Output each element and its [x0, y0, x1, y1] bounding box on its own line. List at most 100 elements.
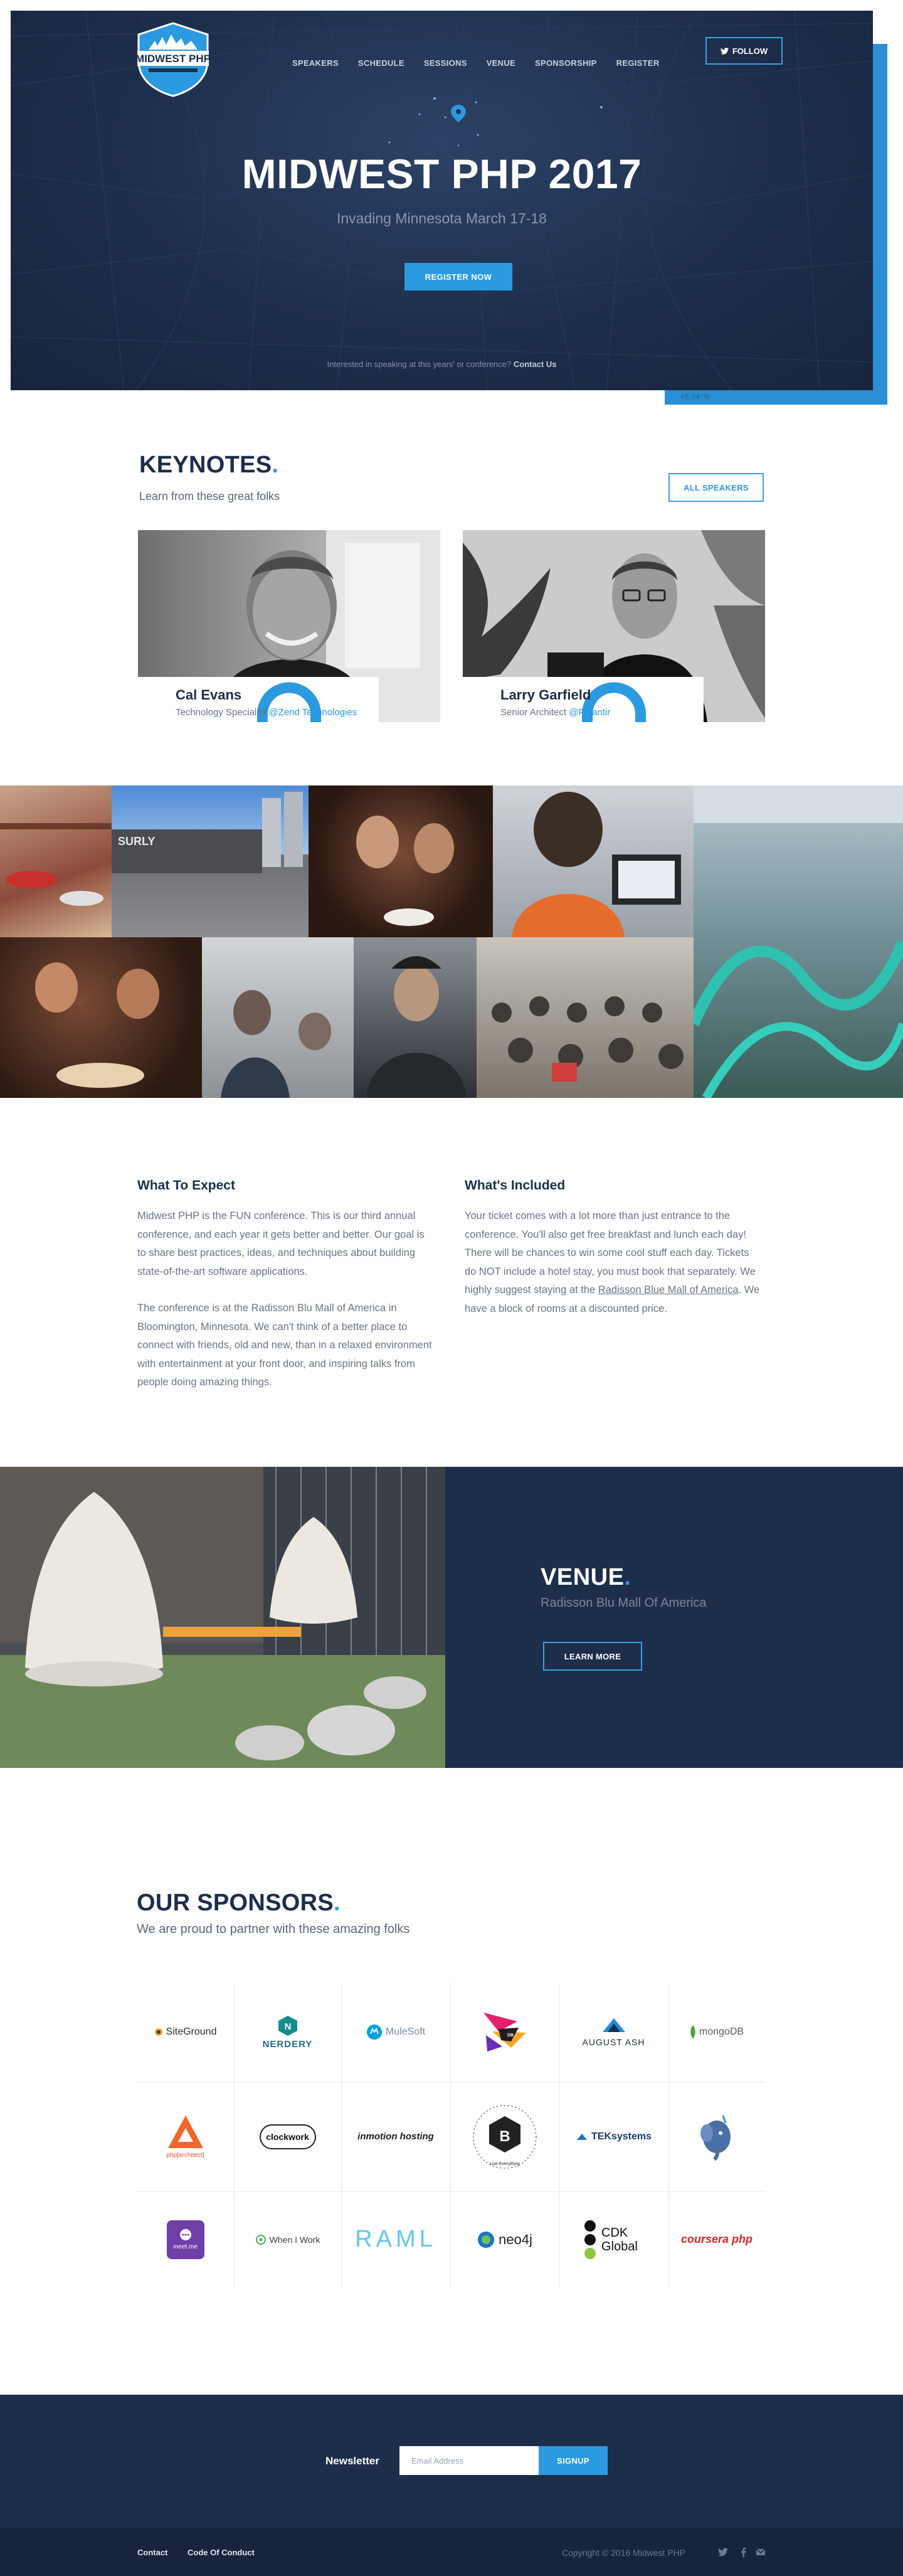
- twitter-icon: [720, 47, 729, 55]
- venue-lounge-shapes: [0, 1467, 445, 1768]
- email-icon[interactable]: [756, 2547, 766, 2557]
- svg-text:N: N: [284, 2021, 291, 2032]
- siteground-icon: [154, 2028, 162, 2036]
- included-text: Your ticket comes with a lot more than j…: [465, 1210, 756, 1296]
- sponsor-mongodb[interactable]: mongoDB: [668, 1983, 765, 2082]
- included-heading: What's Included: [465, 1178, 566, 1193]
- sponsor-db-logo[interactable]: DB: [450, 1983, 559, 2082]
- venue-section: VENUE. Radisson Blu Mall Of America LEAR…: [0, 1467, 903, 1768]
- sponsor-elephpant[interactable]: [668, 2082, 765, 2191]
- nav-register[interactable]: REGISTER: [616, 58, 660, 68]
- sponsor-cdk-global[interactable]: CDK Global: [559, 2191, 668, 2287]
- sponsors-title-text: OUR SPONSORS: [137, 1890, 334, 1916]
- sponsor-php-architect[interactable]: php[architect]: [137, 2082, 234, 2191]
- follow-label: FOLLOW: [732, 46, 768, 56]
- contact-us-link[interactable]: Contact Us: [514, 359, 557, 369]
- speaker-role: Technology Specialist @Zend Technologies: [176, 707, 357, 718]
- speaker-title: Technology Specialist: [176, 707, 267, 718]
- nav-speakers[interactable]: SPEAKERS: [292, 58, 339, 68]
- sponsor-meetme[interactable]: meet.me: [137, 2191, 234, 2287]
- sponsor-raml[interactable]: RAML: [341, 2191, 450, 2287]
- speaker-card-larry-garfield[interactable]: Larry Garfield Senior Architect @Palanti…: [463, 530, 765, 722]
- photo-pizza-night: [0, 937, 202, 1098]
- venue-heading: VENUE.: [541, 1564, 631, 1591]
- speaker-talk-shapes: [366, 956, 467, 1098]
- neo4j-icon: [478, 2231, 495, 2248]
- photo-speaker-talking: [354, 937, 477, 1098]
- sponsor-name: SiteGround: [166, 2026, 217, 2037]
- sponsor-clockwork[interactable]: clockwork: [234, 2082, 341, 2191]
- mulesoft-icon: [366, 2025, 382, 2040]
- email-field[interactable]: [399, 2446, 539, 2475]
- photo-surly-brewery: SURLY: [112, 785, 309, 937]
- sponsor-name: TEKsystems: [591, 2131, 652, 2142]
- nav-sponsorship[interactable]: SPONSORSHIP: [535, 58, 597, 68]
- dinner-shapes: [356, 816, 454, 926]
- sponsor-coursera-php[interactable]: coursera php: [668, 2191, 765, 2287]
- hero-accent-label: 45.06°N: [680, 393, 710, 401]
- sponsor-live-everything[interactable]: B Live Everything: [450, 2082, 559, 2191]
- register-now-button[interactable]: REGISTER NOW: [404, 263, 512, 290]
- sponsor-neo4j[interactable]: neo4j: [450, 2191, 559, 2287]
- expect-paragraph-2: The conference is at the Radisson Blu Ma…: [137, 1302, 432, 1388]
- sponsor-siteground[interactable]: SiteGround: [137, 1983, 234, 2082]
- speaker-company-link[interactable]: @Zend Technologies: [268, 707, 357, 718]
- sponsor-name: php[architect]: [166, 2152, 204, 2159]
- signup-button[interactable]: SIGNUP: [539, 2446, 608, 2475]
- speaker-title: Senior Architect: [500, 707, 567, 718]
- follow-button[interactable]: FOLLOW: [705, 37, 783, 65]
- sponsor-name: CDK Global: [601, 2225, 638, 2254]
- footer-contact-link[interactable]: Contact: [137, 2548, 167, 2557]
- photo-attendees-dinner: [309, 785, 493, 937]
- main-nav: SPEAKERS SCHEDULE SESSIONS VENUE SPONSOR…: [292, 58, 679, 68]
- sponsor-when-i-work[interactable]: When I Work: [234, 2191, 341, 2287]
- sponsor-name: coursera php: [680, 2233, 753, 2245]
- keynotes-subtitle: Learn from these great folks: [139, 490, 280, 503]
- speaker-card-cal-evans[interactable]: Cal Evans Technology Specialist @Zend Te…: [138, 530, 440, 722]
- title-dot: .: [624, 1564, 631, 1590]
- sponsor-teksystems[interactable]: TEKsystems: [559, 2082, 668, 2191]
- midwest-php-logo[interactable]: MIDWEST PHP: [134, 22, 213, 97]
- speaker-role: Senior Architect @Palantir: [500, 707, 610, 718]
- all-speakers-button[interactable]: ALL SPEAKERS: [668, 473, 764, 502]
- facebook-icon[interactable]: [739, 2547, 749, 2557]
- live-everything-logo: B Live Everything: [473, 2105, 536, 2168]
- sponsor-inmotion[interactable]: inmotion hosting: [341, 2082, 450, 2191]
- radisson-link[interactable]: Radisson Blue Mall of America: [598, 1284, 739, 1296]
- pizza-shapes: [35, 962, 159, 1088]
- sponsor-name: meet.me: [173, 2243, 198, 2250]
- sponsor-name: DB: [507, 2033, 514, 2038]
- hero-subtitle: Invading Minnesota March 17-18: [337, 210, 547, 226]
- speaking-note-text: Interested in speaking at this years' or…: [327, 359, 512, 369]
- nerdery-icon: N: [278, 2015, 297, 2036]
- twitter-icon[interactable]: [718, 2547, 728, 2557]
- svg-text:SURLY: SURLY: [118, 835, 155, 848]
- photo-hallway-chat: [202, 937, 354, 1098]
- sponsor-mulesoft[interactable]: MuleSoft: [341, 1983, 450, 2082]
- photo-mosaic: SURLY: [0, 785, 903, 1098]
- keynotes-heading: KEYNOTES.: [139, 452, 278, 479]
- venue-photo: [0, 1467, 445, 1768]
- cdk-dots-icon: [584, 2220, 596, 2259]
- when-i-work-icon: [255, 2234, 266, 2245]
- db-colorful-logo: DB: [483, 2013, 526, 2052]
- nav-sessions[interactable]: SESSIONS: [424, 58, 467, 68]
- copyright-text: Copyright © 2016 Midwest PHP: [562, 2548, 686, 2558]
- hallway-shapes: [221, 990, 331, 1098]
- sponsor-nerdery[interactable]: N NERDERY: [234, 1983, 341, 2082]
- sponsor-name: inmotion hosting: [357, 2131, 434, 2142]
- photo-lounge-chairs: [0, 785, 112, 937]
- nav-schedule[interactable]: SCHEDULE: [358, 58, 404, 68]
- nav-venue[interactable]: VENUE: [487, 58, 515, 68]
- sponsor-august-ash[interactable]: AUGUST ASH: [559, 1983, 668, 2082]
- photo-laptop-coder: [493, 785, 694, 937]
- speaker-company-link[interactable]: @Palantir: [569, 707, 610, 718]
- speaker-name: Larry Garfield: [500, 687, 591, 703]
- expect-paragraph-1: Midwest PHP is the FUN conference. This …: [137, 1210, 425, 1277]
- php-architect-icon: [167, 2116, 203, 2148]
- footer-code-of-conduct-link[interactable]: Code Of Conduct: [187, 2548, 255, 2557]
- newsletter-section: Newsletter SIGNUP: [0, 2395, 903, 2528]
- sponsor-grid: SiteGround N NERDERY MuleSoft DB AUGUST …: [137, 1983, 765, 2287]
- learn-more-button[interactable]: LEARN MORE: [543, 1642, 642, 1671]
- speaker-info: Cal Evans Technology Specialist @Zend Te…: [138, 677, 379, 722]
